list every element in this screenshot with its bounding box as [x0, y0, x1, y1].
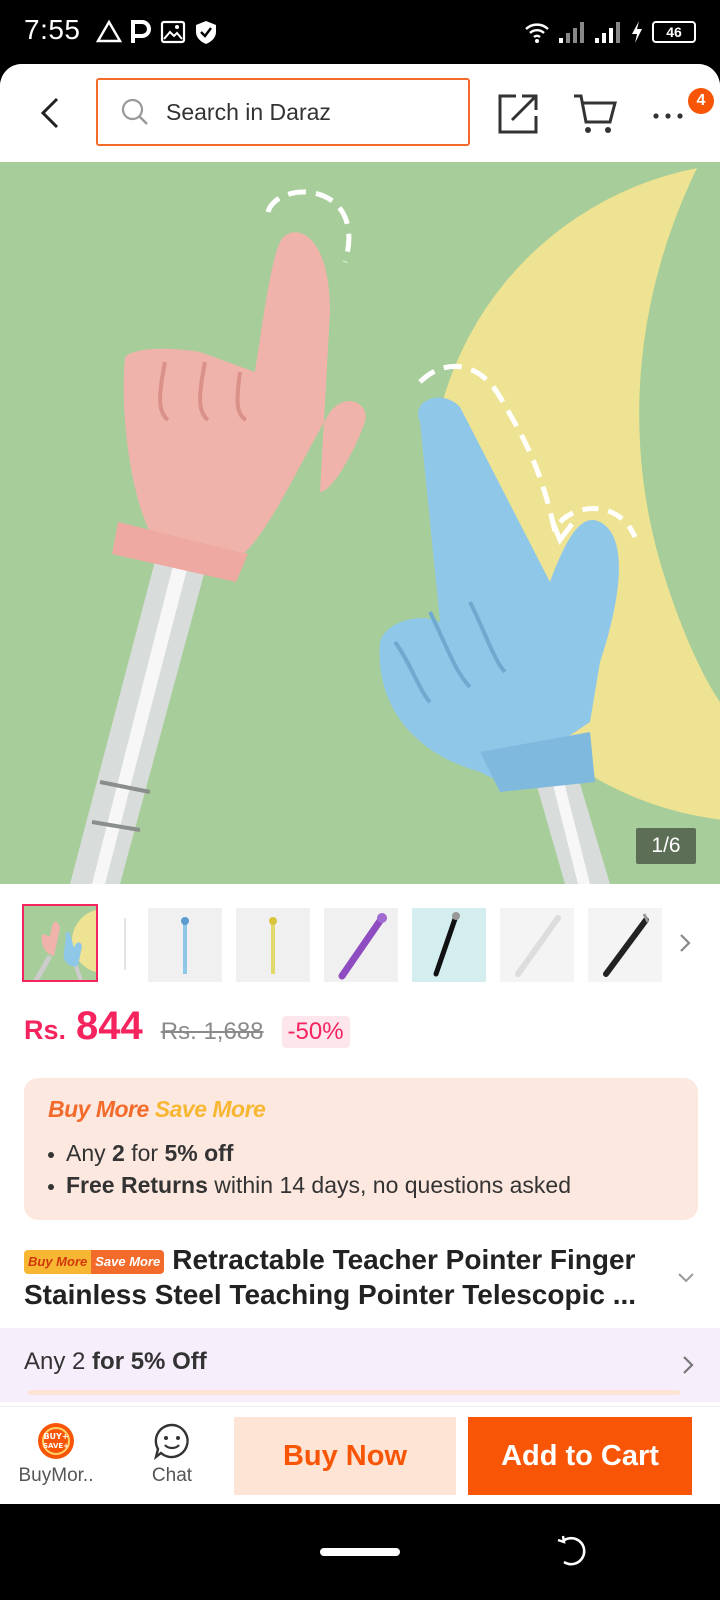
- product-page: Search in Daraz 4 1/6 Rs. 844 Rs. 1,688 …: [0, 64, 720, 1504]
- gallery-image-icon: [160, 20, 186, 44]
- discount-badge: -50%: [281, 1016, 350, 1048]
- chat-icon: [153, 1423, 189, 1461]
- thumbnail-6[interactable]: [500, 908, 574, 982]
- thumbnail-5[interactable]: [412, 908, 486, 982]
- chevron-right-icon: [680, 934, 691, 952]
- product-title: Buy More Save More Retractable Teacher Poi…: [24, 1242, 664, 1312]
- buymore-button[interactable]: BUY+ SAVE+ BuyMor..: [8, 1421, 104, 1495]
- buy-more-save-more-card[interactable]: Buy More Save More Any 2 for 5% off Free …: [24, 1078, 698, 1220]
- price-current: 844: [76, 1004, 143, 1048]
- thumbnail-image: [588, 908, 662, 982]
- offer-text-pre: Any 2: [24, 1348, 93, 1375]
- thumbnail-1[interactable]: [22, 904, 98, 982]
- wifi-icon: [525, 23, 549, 43]
- thumbnail-3[interactable]: [236, 908, 310, 982]
- cart-button[interactable]: [572, 92, 618, 136]
- promo-text: Any: [66, 1140, 113, 1166]
- promo-title-part1: Buy More: [48, 1096, 149, 1122]
- chat-label: Chat: [151, 1465, 193, 1486]
- warning-triangle-icon: [96, 19, 122, 43]
- home-gesture-pill[interactable]: [320, 1548, 400, 1556]
- price-currency: Rs.: [24, 1015, 67, 1045]
- thumbnail-4[interactable]: [324, 908, 398, 982]
- thumbnail-next-button[interactable]: [676, 928, 696, 958]
- offer-chevron: [680, 1352, 696, 1378]
- image-page-indicator: 1/6: [636, 828, 696, 864]
- promo-text: within 14 days, no questions asked: [207, 1172, 571, 1198]
- parking-p-icon: [131, 20, 151, 43]
- product-photo: [0, 162, 720, 884]
- tag-part1: Buy More: [24, 1249, 92, 1274]
- buy-more-save-more-icon: BUY+SAVE+: [38, 1423, 74, 1459]
- promo-discount: 5% off: [164, 1140, 234, 1166]
- thumbnail-image: [412, 908, 486, 982]
- buy-now-button[interactable]: Buy Now: [234, 1417, 456, 1495]
- thumbnail-strip: [0, 904, 720, 984]
- thumbnail-2[interactable]: [148, 908, 222, 982]
- cart-count-badge: 4: [688, 88, 714, 114]
- chevron-right-icon: [683, 1356, 694, 1374]
- chat-button[interactable]: Chat: [124, 1421, 220, 1495]
- bottom-action-bar: BUY+ SAVE+ BuyMor.. Chat Buy Now Add to C…: [0, 1406, 720, 1504]
- price-original: Rs. 1,688: [160, 1018, 264, 1045]
- search-placeholder: Search in Daraz: [166, 98, 331, 125]
- thumbnail-7[interactable]: [588, 908, 662, 982]
- buymore-icon-text1: BUY+: [43, 1432, 68, 1441]
- offer-text: Any 2 for 5% Off: [24, 1348, 207, 1376]
- thumbnail-divider: [124, 918, 126, 970]
- thumbnail-image: [324, 908, 398, 982]
- top-header: Search in Daraz 4: [0, 64, 720, 162]
- more-options-button[interactable]: [650, 94, 690, 134]
- promo-quantity: 2: [112, 1140, 125, 1166]
- bullet: [48, 1183, 54, 1190]
- thumbnail-image: [148, 908, 222, 982]
- battery-indicator: 46: [652, 21, 696, 43]
- buymore-icon-text2: SAVE+: [43, 1442, 69, 1450]
- status-time: 7:55: [24, 14, 81, 45]
- signal-bars-2-icon: [595, 22, 620, 43]
- thumbnail-image: [236, 908, 310, 982]
- product-main-image[interactable]: 1/6: [0, 162, 720, 884]
- promo-text: for: [124, 1140, 165, 1166]
- promo-title: Buy More Save More: [48, 1096, 266, 1123]
- rotate-screen-icon[interactable]: [556, 1534, 590, 1568]
- buymore-label: BuyMor..: [18, 1465, 94, 1486]
- chevron-left-icon: [40, 97, 59, 129]
- multi-buy-offer-row[interactable]: Any 2 for 5% Off: [0, 1328, 720, 1402]
- add-to-cart-button[interactable]: Add to Cart: [468, 1417, 692, 1495]
- more-dots-icon: [653, 113, 683, 119]
- price-row: Rs. 844 Rs. 1,688 -50%: [24, 1004, 350, 1054]
- thumbnail-image: [24, 906, 96, 980]
- share-button[interactable]: [496, 92, 540, 136]
- back-button[interactable]: [30, 88, 70, 138]
- status-bar: 7:55 46: [0, 0, 720, 64]
- promo-title-part2: Save More: [154, 1096, 266, 1122]
- bullet: [48, 1151, 54, 1158]
- title-expand-button[interactable]: [676, 1270, 696, 1286]
- charging-bolt-icon: [632, 21, 642, 43]
- offer-progress-line: [28, 1390, 680, 1395]
- cart-icon: [574, 94, 617, 133]
- chevron-down-icon: [678, 1273, 694, 1283]
- search-input[interactable]: Search in Daraz: [96, 78, 470, 146]
- share-icon: [498, 94, 538, 134]
- search-icon: [121, 98, 148, 125]
- offer-text-bold: for 5% Off: [92, 1348, 207, 1375]
- system-navigation-bar: [0, 1504, 720, 1600]
- thumbnail-image: [500, 908, 574, 982]
- status-system-icons: 46: [524, 18, 696, 46]
- promo-line-discount: Any 2 for 5% off: [48, 1140, 233, 1167]
- status-notification-icons: [96, 18, 218, 46]
- signal-bars-icon: [559, 22, 584, 43]
- tag-part2: Save More: [91, 1249, 165, 1274]
- promo-line-returns: Free Returns within 14 days, no question…: [48, 1172, 571, 1199]
- free-returns-label: Free Returns: [66, 1172, 208, 1198]
- shield-check-icon: [196, 21, 216, 44]
- buy-more-save-more-tag: Buy More Save More: [24, 1249, 165, 1274]
